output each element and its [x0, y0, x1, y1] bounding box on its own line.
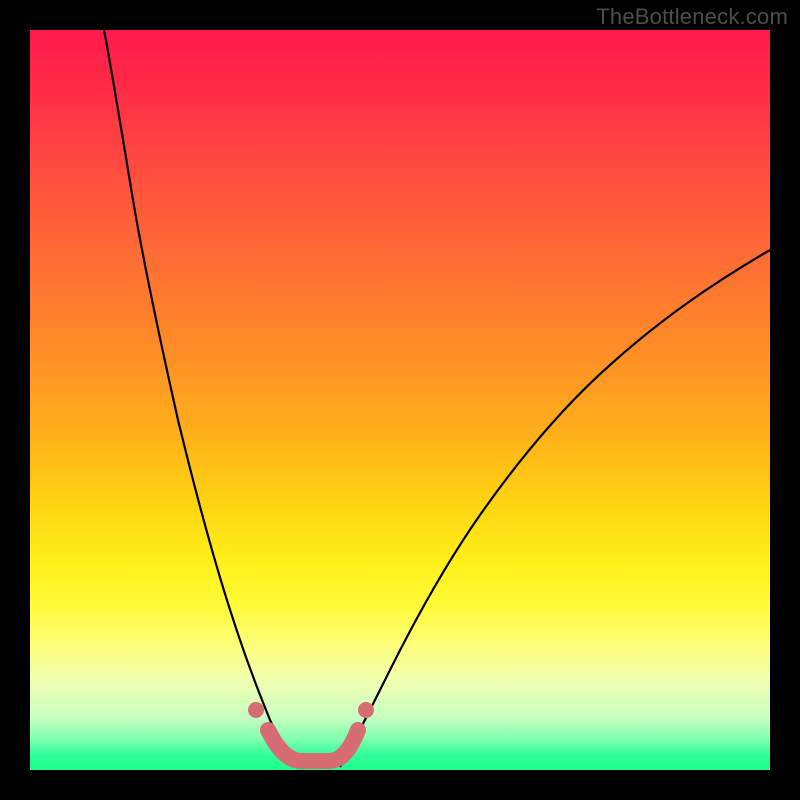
plot-svg — [30, 30, 770, 770]
left-marker-dot — [248, 702, 264, 718]
bottom-highlight-segment — [268, 730, 358, 761]
right-curve-line — [340, 250, 770, 767]
chart-container: TheBottleneck.com — [0, 0, 800, 800]
plot-area — [30, 30, 770, 770]
watermark-text: TheBottleneck.com — [596, 4, 788, 30]
left-curve-line — [104, 30, 298, 767]
right-marker-dot — [358, 702, 374, 718]
